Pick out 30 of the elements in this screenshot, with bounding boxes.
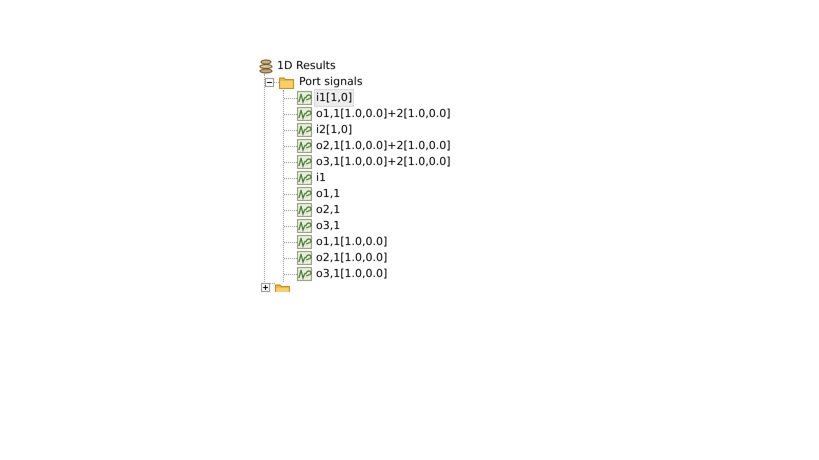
signal-plot-icon: [297, 219, 312, 233]
tree-item[interactable]: i1: [315, 170, 328, 186]
signal-plot-icon: [297, 235, 312, 249]
stack-icon: [259, 58, 273, 74]
signal-plot-icon: [297, 171, 312, 185]
tree-item[interactable]: i1[1,0]: [315, 90, 354, 106]
tree-item[interactable]: o1,1[1.0,0.0]+2[1.0,0.0]: [315, 106, 452, 122]
signal-plot-icon: [297, 107, 312, 121]
expand-icon[interactable]: [261, 283, 270, 292]
tree-item[interactable]: 1D Results: [277, 58, 336, 74]
signal-plot-icon: [297, 155, 312, 169]
tree-item[interactable]: o1,1[1.0,0.0]: [315, 234, 388, 250]
signal-plot-icon: [297, 91, 312, 105]
tree-item[interactable]: o2,1[1.0,0.0]: [315, 250, 388, 266]
tree-item[interactable]: o3,1[1.0,0.0]+2[1.0,0.0]: [315, 154, 452, 170]
signal-plot-icon: [297, 139, 312, 153]
signal-plot-icon: [297, 251, 312, 265]
folder-icon: [279, 76, 294, 88]
collapse-icon[interactable]: [265, 78, 274, 86]
tree-item[interactable]: o3,1[1.0,0.0]: [315, 266, 388, 282]
tree-item[interactable]: o2,1[1.0,0.0]+2[1.0,0.0]: [315, 138, 452, 154]
tree-item[interactable]: Port signals: [299, 74, 363, 90]
tree-item[interactable]: o1,1: [315, 186, 342, 202]
signal-plot-icon: [297, 203, 312, 217]
signal-plot-icon: [297, 187, 312, 201]
tree-item[interactable]: o3,1: [315, 218, 342, 234]
signal-plot-icon: [297, 267, 312, 281]
tree-item[interactable]: i2[1,0]: [315, 122, 354, 138]
tree-item[interactable]: o2,1: [315, 202, 342, 218]
signal-plot-icon: [297, 123, 312, 137]
